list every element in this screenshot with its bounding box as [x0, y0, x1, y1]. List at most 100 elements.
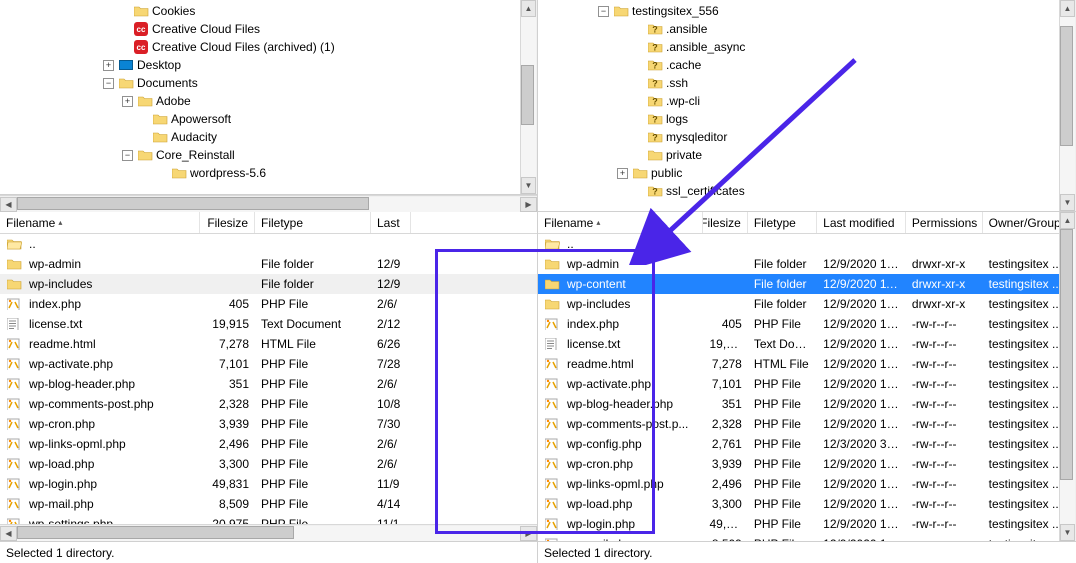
- file-row[interactable]: wp-contentFile folder12/9/2020 11:5...dr…: [538, 274, 1076, 294]
- file-row[interactable]: wp-settings.php20,975PHP File11/1: [0, 514, 537, 524]
- local-tree-hscroll[interactable]: ◀ ▶: [0, 195, 537, 212]
- expand-toggle-icon[interactable]: −: [122, 150, 133, 161]
- tree-item[interactable]: −Documents: [2, 74, 537, 92]
- file-row[interactable]: index.php405PHP File2/6/: [0, 294, 537, 314]
- file-row[interactable]: wp-adminFile folder12/9/2020 1:22:...drw…: [538, 254, 1076, 274]
- file-cell: 2/12: [371, 317, 411, 331]
- file-row[interactable]: wp-config.php2,761PHP File12/3/2020 3:43…: [538, 434, 1076, 454]
- remote-list-vscroll[interactable]: ▲ ▼: [1059, 212, 1076, 541]
- tree-item[interactable]: + Desktop: [2, 56, 537, 74]
- scroll-up-icon[interactable]: ▲: [1060, 0, 1075, 17]
- scroll-down-icon[interactable]: ▼: [1060, 524, 1075, 541]
- file-row[interactable]: license.txt19,915Text Docu...12/9/2020 1…: [538, 334, 1076, 354]
- file-name: readme.html: [29, 337, 96, 351]
- tree-item[interactable]: −Core_Reinstall: [2, 146, 537, 164]
- column-header[interactable]: Filename▴: [538, 212, 703, 233]
- tree-item[interactable]: .wp-cli: [540, 92, 1076, 110]
- column-header[interactable]: Filesize: [200, 212, 255, 233]
- expand-toggle-icon[interactable]: −: [598, 6, 609, 17]
- file-row[interactable]: readme.html7,278HTML File12/9/2020 1:22:…: [538, 354, 1076, 374]
- file-row[interactable]: ..: [538, 234, 1076, 254]
- file-row[interactable]: wp-activate.php7,101PHP File12/9/2020 1:…: [538, 374, 1076, 394]
- local-tree[interactable]: CookiesccCreative Cloud FilesccCreative …: [0, 0, 537, 195]
- column-header[interactable]: Filename▴: [0, 212, 200, 233]
- tree-item[interactable]: +public: [540, 164, 1076, 182]
- local-file-list[interactable]: Filename▴FilesizeFiletypeLast ..wp-admin…: [0, 212, 537, 524]
- tree-item[interactable]: −testingsitex_556: [540, 2, 1076, 20]
- tree-item-label: wordpress-5.6: [190, 166, 266, 180]
- file-row[interactable]: wp-blog-header.php351PHP File12/9/2020 1…: [538, 394, 1076, 414]
- local-tree-vscroll[interactable]: ▲ ▼: [520, 0, 537, 194]
- file-name-cell: wp-load.php: [538, 497, 703, 511]
- tree-item[interactable]: ccCreative Cloud Files: [2, 20, 537, 38]
- file-row[interactable]: wp-comments-post.p...2,328PHP File12/9/2…: [538, 414, 1076, 434]
- scroll-right-icon[interactable]: ▶: [520, 197, 537, 212]
- tree-item[interactable]: mysqleditor: [540, 128, 1076, 146]
- tree-item[interactable]: .ansible: [540, 20, 1076, 38]
- file-cell: PHP File: [748, 377, 817, 391]
- remote-file-list[interactable]: Filename▴FilesizeFiletypeLast modifiedPe…: [538, 212, 1076, 541]
- file-cell: -rw-r--r--: [906, 357, 983, 371]
- scroll-down-icon[interactable]: ▼: [521, 177, 536, 194]
- scroll-down-icon[interactable]: ▼: [1060, 194, 1075, 211]
- column-header[interactable]: Permissions: [906, 212, 983, 233]
- tree-item[interactable]: .cache: [540, 56, 1076, 74]
- scroll-left-icon[interactable]: ◀: [0, 526, 17, 541]
- file-row[interactable]: ..: [0, 234, 537, 254]
- file-name: wp-links-opml.php: [29, 437, 126, 451]
- expand-toggle-icon[interactable]: +: [617, 168, 628, 179]
- column-header[interactable]: Last modified: [817, 212, 906, 233]
- scroll-up-icon[interactable]: ▲: [1060, 212, 1075, 229]
- file-row[interactable]: wp-includesFile folder12/9/2020 1:23:...…: [538, 294, 1076, 314]
- remote-tree[interactable]: −testingsitex_556.ansible.ansible_async.…: [538, 0, 1076, 212]
- file-row[interactable]: wp-login.php49,831PHP File11/9: [0, 474, 537, 494]
- expand-toggle-icon[interactable]: +: [122, 96, 133, 107]
- file-cell: 2,496: [200, 437, 255, 451]
- file-row[interactable]: readme.html7,278HTML File6/26: [0, 334, 537, 354]
- tree-item-label: Adobe: [156, 94, 191, 108]
- file-name-cell: wp-admin: [538, 257, 703, 271]
- tree-item[interactable]: ccCreative Cloud Files (archived) (1): [2, 38, 537, 56]
- remote-tree-vscroll[interactable]: ▲ ▼: [1059, 0, 1076, 211]
- file-row[interactable]: wp-links-opml.php2,496PHP File2/6/: [0, 434, 537, 454]
- expand-toggle-icon[interactable]: −: [103, 78, 114, 89]
- tree-item[interactable]: Cookies: [2, 2, 537, 20]
- file-row[interactable]: wp-mail.php8,509PHP File12/9/2020 1:22:.…: [538, 534, 1076, 541]
- tree-item[interactable]: .ssh: [540, 74, 1076, 92]
- file-name-cell: wp-cron.php: [0, 417, 200, 431]
- file-row[interactable]: wp-login.php49,831PHP File12/9/2020 1:22…: [538, 514, 1076, 534]
- tree-item-label: Desktop: [137, 58, 181, 72]
- tree-item[interactable]: wordpress-5.6: [2, 164, 537, 182]
- file-row[interactable]: index.php405PHP File12/9/2020 1:22:...-r…: [538, 314, 1076, 334]
- column-header[interactable]: Last: [371, 212, 411, 233]
- file-row[interactable]: wp-links-opml.php2,496PHP File12/9/2020 …: [538, 474, 1076, 494]
- file-row[interactable]: wp-adminFile folder12/9: [0, 254, 537, 274]
- column-header[interactable]: Filetype: [255, 212, 371, 233]
- tree-item[interactable]: logs: [540, 110, 1076, 128]
- file-row[interactable]: wp-mail.php8,509PHP File4/14: [0, 494, 537, 514]
- tree-item[interactable]: ssl_certificates: [540, 182, 1076, 200]
- tree-item[interactable]: private: [540, 146, 1076, 164]
- tree-item[interactable]: Apowersoft: [2, 110, 537, 128]
- tree-item[interactable]: .ansible_async: [540, 38, 1076, 56]
- column-header[interactable]: Filesize: [703, 212, 747, 233]
- scroll-left-icon[interactable]: ◀: [0, 197, 17, 212]
- local-list-hscroll[interactable]: ◀ ▶: [0, 524, 537, 541]
- tree-item[interactable]: Audacity: [2, 128, 537, 146]
- scroll-right-icon[interactable]: ▶: [520, 526, 537, 541]
- file-row[interactable]: wp-comments-post.php2,328PHP File10/8: [0, 394, 537, 414]
- file-row[interactable]: wp-load.php3,300PHP File12/9/2020 1:22:.…: [538, 494, 1076, 514]
- file-cell: 12/9/2020 1:22:...: [817, 337, 906, 351]
- file-row[interactable]: wp-activate.php7,101PHP File7/28: [0, 354, 537, 374]
- column-header[interactable]: Filetype: [748, 212, 817, 233]
- expand-toggle-icon[interactable]: +: [103, 60, 114, 71]
- file-row[interactable]: wp-cron.php3,939PHP File7/30: [0, 414, 537, 434]
- file-cell: 405: [200, 297, 255, 311]
- file-row[interactable]: wp-includesFile folder12/9: [0, 274, 537, 294]
- scroll-up-icon[interactable]: ▲: [521, 0, 536, 17]
- file-row[interactable]: wp-load.php3,300PHP File2/6/: [0, 454, 537, 474]
- file-row[interactable]: wp-cron.php3,939PHP File12/9/2020 1:22:.…: [538, 454, 1076, 474]
- file-row[interactable]: license.txt19,915Text Document2/12: [0, 314, 537, 334]
- tree-item[interactable]: + Adobe: [2, 92, 537, 110]
- file-row[interactable]: wp-blog-header.php351PHP File2/6/: [0, 374, 537, 394]
